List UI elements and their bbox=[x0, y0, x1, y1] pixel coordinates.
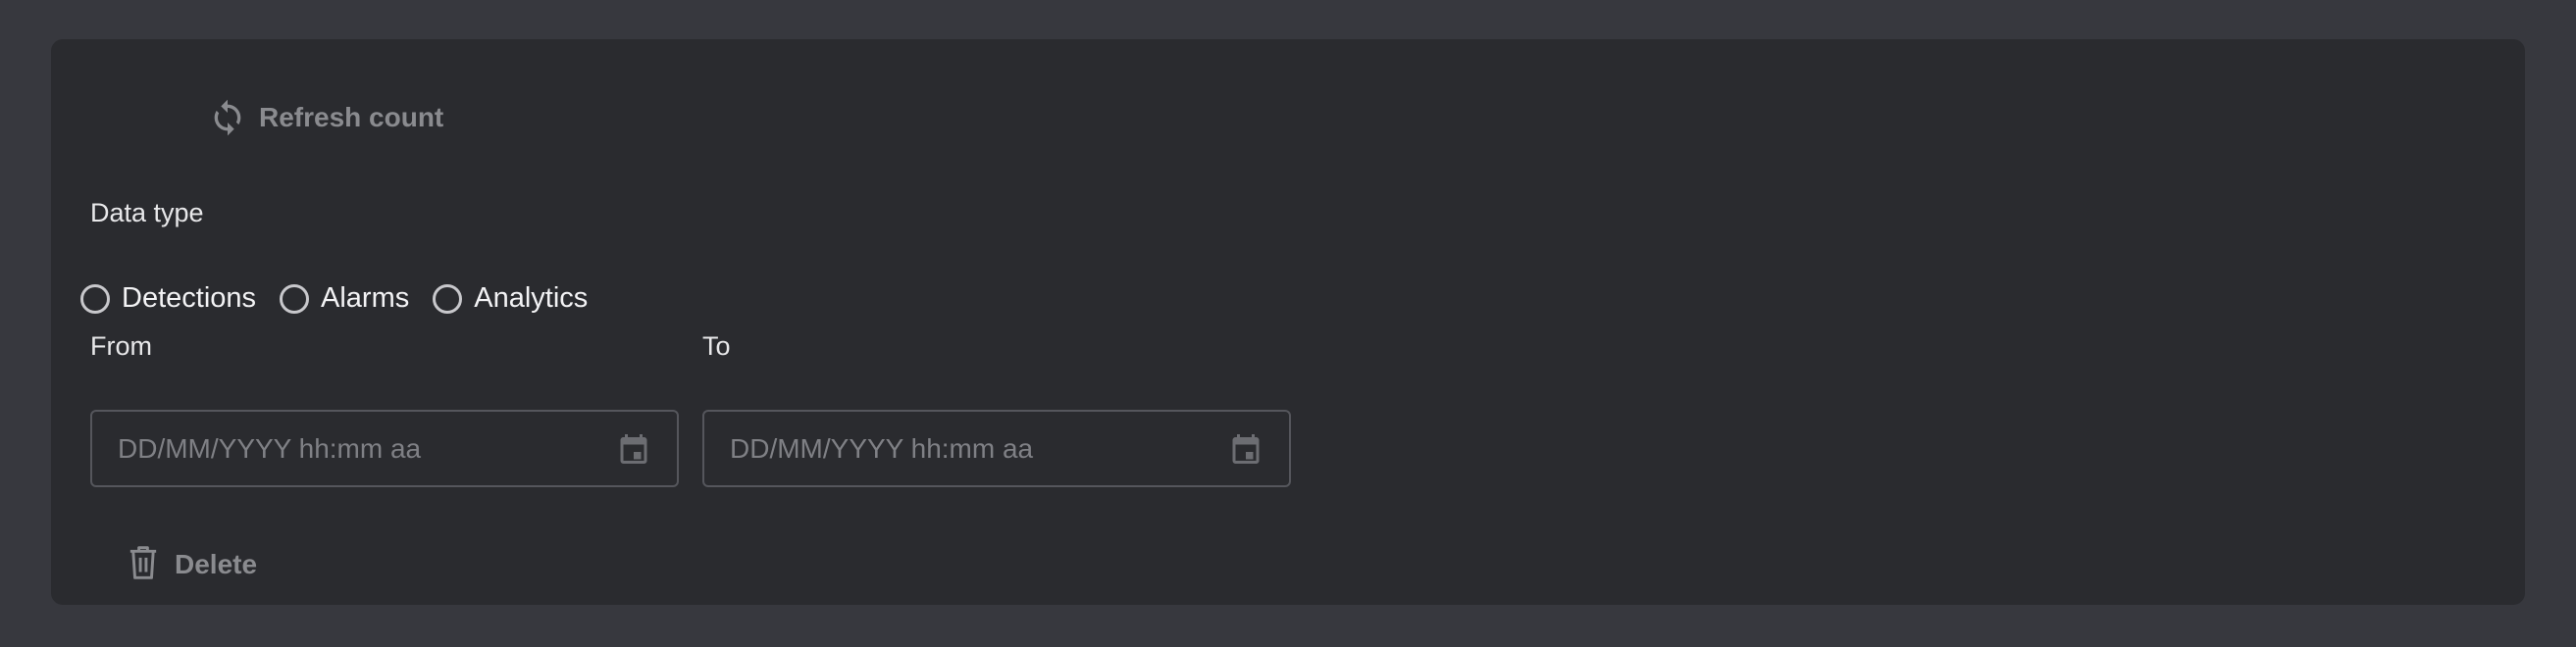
data-type-label: Data type bbox=[90, 198, 204, 227]
radio-circle-icon bbox=[433, 283, 463, 314]
to-date-input[interactable] bbox=[730, 432, 1228, 465]
radio-circle-icon bbox=[80, 283, 110, 314]
delete-button[interactable]: Delete bbox=[108, 537, 281, 592]
to-label: To bbox=[702, 331, 731, 361]
delete-label: Delete bbox=[175, 549, 258, 579]
trash-icon bbox=[126, 544, 161, 586]
refresh-icon bbox=[208, 98, 247, 137]
radio-alarms-label: Alarms bbox=[321, 282, 410, 314]
radio-analytics-label: Analytics bbox=[474, 282, 589, 314]
refresh-count-label: Refresh count bbox=[259, 102, 444, 132]
from-date-field[interactable] bbox=[90, 410, 679, 487]
radio-detections[interactable]: Detections bbox=[80, 282, 256, 315]
from-date-input[interactable] bbox=[118, 432, 616, 465]
data-type-radio-group: Detections Alarms Analytics bbox=[80, 282, 611, 315]
refresh-count-button[interactable]: Refresh count bbox=[159, 90, 467, 145]
radio-alarms[interactable]: Alarms bbox=[280, 282, 409, 315]
data-management-card: Refresh count Data type Detections Alarm… bbox=[51, 39, 2525, 605]
from-label: From bbox=[90, 331, 152, 361]
radio-circle-icon bbox=[280, 283, 310, 314]
radio-detections-label: Detections bbox=[122, 282, 257, 314]
calendar-icon[interactable] bbox=[616, 431, 651, 467]
radio-analytics[interactable]: Analytics bbox=[433, 282, 588, 315]
calendar-icon[interactable] bbox=[1228, 431, 1263, 467]
to-date-field[interactable] bbox=[702, 410, 1291, 487]
